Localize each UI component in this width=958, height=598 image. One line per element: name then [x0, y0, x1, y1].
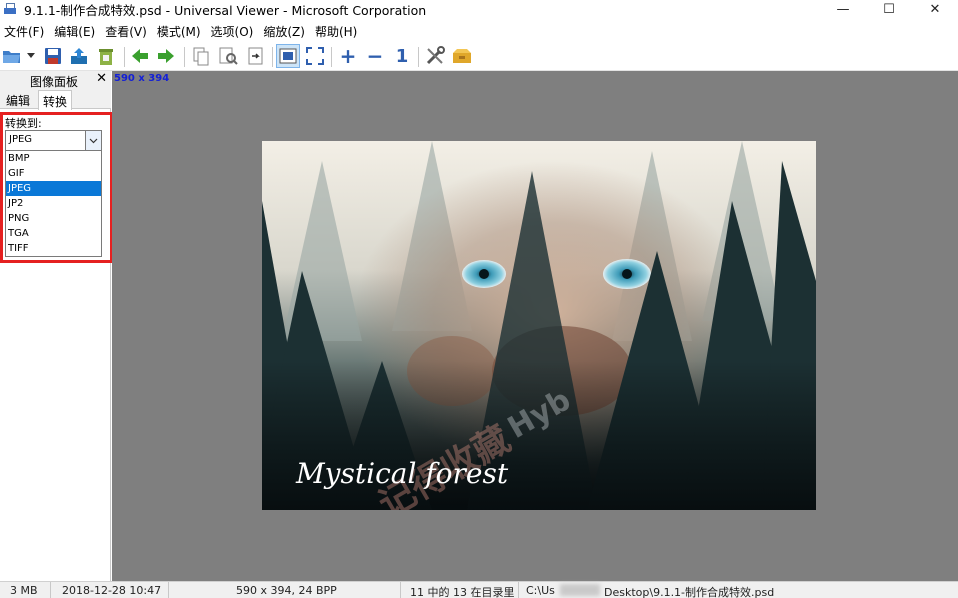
maximize-button[interactable]: ☐ — [866, 0, 912, 18]
toolbar: + − 1 — [0, 41, 958, 71]
status-separator — [50, 582, 51, 598]
toolbar-separator — [331, 47, 332, 67]
image-canvas[interactable]: 590 x 394 记得收藏 Hyb Mystical forest — [112, 71, 958, 581]
toolbar-separator — [124, 47, 125, 67]
highlight-box — [0, 112, 113, 263]
toolbar-separator — [184, 47, 185, 67]
toolbar-separator — [272, 47, 273, 67]
title-bar: 9.1.1-制作合成特效.psd - Universal Viewer - Mi… — [0, 0, 958, 18]
window-controls: — ☐ ✕ — [820, 0, 958, 18]
app-icon — [4, 3, 18, 15]
panel-header: 图像面板 ✕ — [0, 71, 111, 89]
back-arrow-icon[interactable] — [128, 44, 152, 68]
panel-title: 图像面板 — [30, 75, 79, 89]
menu-file[interactable]: 文件(F) — [0, 23, 48, 40]
panel-close-icon[interactable]: ✕ — [96, 71, 107, 86]
menu-view[interactable]: 查看(V) — [101, 23, 151, 40]
forest-face-image: 记得收藏 Hyb Mystical forest — [262, 141, 816, 510]
zoom-in-icon[interactable]: + — [336, 44, 360, 68]
menu-zoom[interactable]: 缩放(Z) — [259, 23, 309, 40]
print-preview-icon[interactable] — [216, 44, 240, 68]
status-separator — [518, 582, 519, 598]
recycle-bin-icon[interactable] — [94, 44, 118, 68]
status-path-end: Desktop\9.1.1-制作合成特效.psd — [604, 586, 775, 598]
status-path-blur — [560, 584, 600, 596]
actual-size-icon[interactable]: 1 — [390, 44, 414, 68]
fullscreen-icon[interactable] — [303, 44, 327, 68]
dropdown-arrow-icon[interactable] — [24, 44, 38, 68]
page-export-icon[interactable] — [244, 44, 268, 68]
save-icon[interactable] — [41, 44, 65, 68]
status-date: 2018-12-28 10:47 — [62, 584, 162, 597]
close-button[interactable]: ✕ — [912, 0, 958, 18]
status-bar: 3 MB 2018-12-28 10:47 590 x 394, 24 BPP … — [0, 581, 958, 598]
menu-mode[interactable]: 模式(M) — [153, 23, 205, 40]
image-caption: Mystical forest — [295, 457, 509, 490]
fit-window-icon[interactable] — [276, 44, 300, 68]
menu-bar: 文件(F) 编辑(E) 查看(V) 模式(M) 选项(O) 缩放(Z) 帮助(H… — [0, 22, 958, 40]
toolbar-separator — [418, 47, 419, 67]
menu-help[interactable]: 帮助(H) — [311, 23, 361, 40]
status-separator — [168, 582, 169, 598]
status-dimensions: 590 x 394, 24 BPP — [236, 584, 337, 597]
export-icon[interactable] — [67, 44, 91, 68]
window-title: 9.1.1-制作合成特效.psd - Universal Viewer - Mi… — [24, 2, 427, 18]
tab-convert[interactable]: 转换 — [38, 90, 73, 110]
image-dimensions-label: 590 x 394 — [114, 73, 170, 84]
menu-edit[interactable]: 编辑(E) — [50, 23, 99, 40]
plugin-box-icon[interactable] — [450, 44, 474, 68]
menu-options[interactable]: 选项(O) — [207, 23, 258, 40]
tab-edit[interactable]: 编辑 — [2, 90, 34, 109]
zoom-out-icon[interactable]: − — [363, 44, 387, 68]
settings-tools-icon[interactable] — [423, 44, 447, 68]
minimize-button[interactable]: — — [820, 0, 866, 18]
status-file-size: 3 MB — [10, 584, 38, 597]
forward-arrow-icon[interactable] — [154, 44, 178, 68]
copy-icon[interactable] — [189, 44, 213, 68]
panel-tabs: 编辑 转换 — [0, 89, 111, 110]
image-panel: 图像面板 ✕ 编辑 转换 转换到: JPEG BMP GIF JPEG JP2 … — [0, 71, 113, 581]
open-folder-icon[interactable] — [0, 44, 24, 68]
status-separator — [400, 582, 401, 598]
status-path-start: C:\Us — [526, 584, 555, 597]
image-view[interactable]: 记得收藏 Hyb Mystical forest — [262, 141, 816, 510]
status-position: 11 中的 13 在目录里 — [410, 586, 515, 598]
